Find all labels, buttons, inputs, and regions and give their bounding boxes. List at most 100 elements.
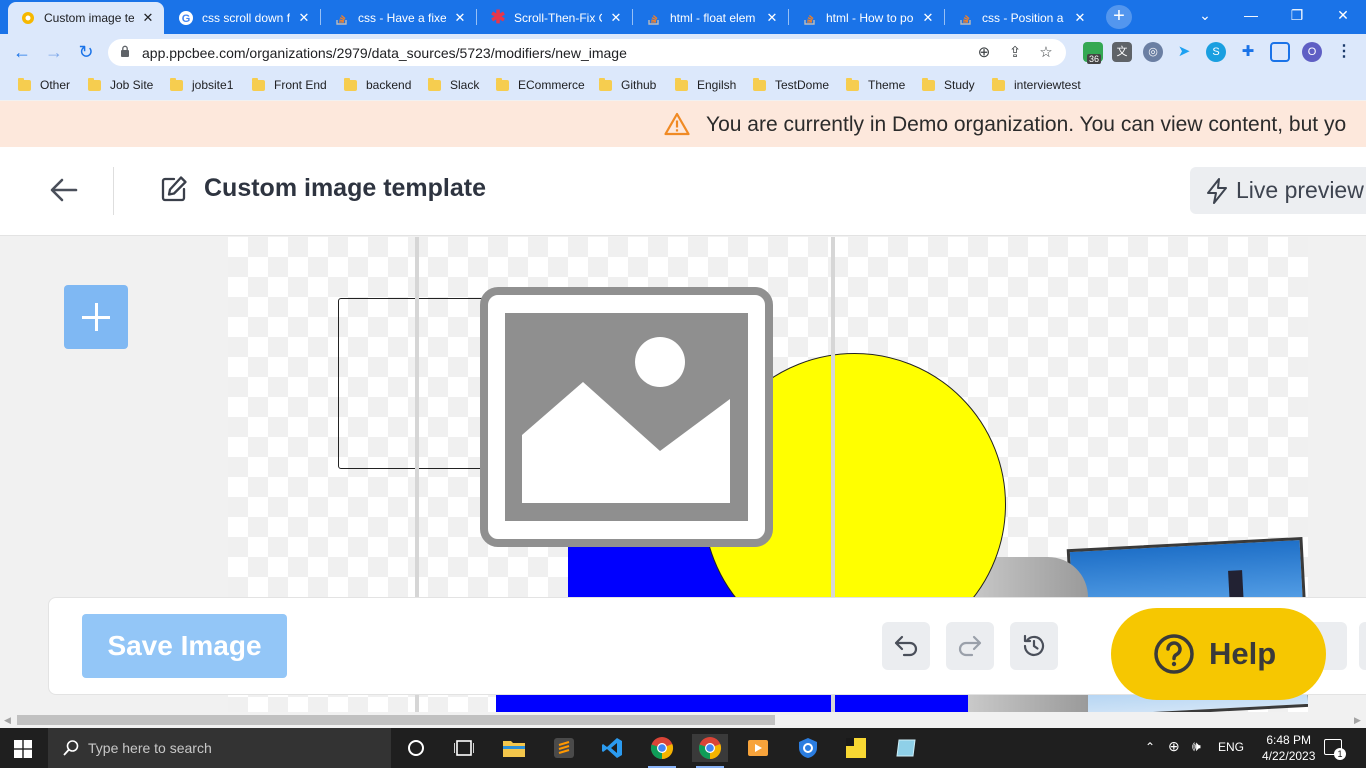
- bookmark-label: Engilsh: [697, 78, 737, 92]
- task-view-icon[interactable]: [446, 734, 482, 762]
- vscode-icon[interactable]: [594, 734, 630, 762]
- close-tab-icon[interactable]: ✕: [1072, 10, 1088, 26]
- chrome-icon[interactable]: [692, 734, 728, 768]
- browser-tab[interactable]: ✱ Scroll-Then-Fix C ✕: [478, 3, 632, 32]
- tray-overflow-icon[interactable]: ⌃: [1145, 740, 1155, 754]
- bookmark-folder[interactable]: Slack: [428, 76, 479, 94]
- undo-button[interactable]: [882, 622, 930, 670]
- sublime-text-icon[interactable]: [546, 734, 582, 762]
- back-arrow-icon[interactable]: [48, 174, 80, 206]
- side-panel-icon[interactable]: [1270, 42, 1290, 62]
- svg-text:G: G: [182, 13, 191, 25]
- help-button[interactable]: Help: [1111, 608, 1326, 700]
- bookmark-folder[interactable]: TestDome: [753, 76, 829, 94]
- redo-button[interactable]: [946, 622, 994, 670]
- folder-icon: [922, 77, 935, 91]
- scrollbar-thumb[interactable]: [17, 715, 775, 725]
- question-icon: [1154, 634, 1194, 674]
- new-tab-button[interactable]: +: [1106, 5, 1132, 29]
- bookmark-folder[interactable]: interviewtest: [992, 76, 1081, 94]
- search-icon: [63, 740, 79, 756]
- language-indicator[interactable]: ENG: [1218, 740, 1244, 754]
- windows-start-icon[interactable]: [14, 740, 32, 758]
- tab-search-icon[interactable]: ⌄: [1182, 0, 1228, 30]
- vpn-extension-icon[interactable]: ◎: [1143, 42, 1163, 62]
- minimize-button[interactable]: —: [1228, 0, 1274, 30]
- reload-icon[interactable]: ↻: [74, 41, 98, 63]
- folder-icon: [18, 77, 31, 91]
- skype-extension-icon[interactable]: S: [1206, 42, 1226, 62]
- share-icon[interactable]: ⇪: [1005, 43, 1025, 63]
- bookmark-folder[interactable]: jobsite1: [170, 76, 233, 94]
- profile-avatar[interactable]: O: [1302, 42, 1322, 62]
- tab-title: Custom image te: [44, 11, 134, 25]
- bookmark-label: Slack: [450, 78, 480, 92]
- taskbar-search[interactable]: Type here to search: [48, 728, 391, 768]
- browser-tab[interactable]: css - Position a d ✕: [946, 3, 1096, 32]
- close-tab-icon[interactable]: ✕: [608, 10, 624, 26]
- folder-icon: [252, 77, 265, 91]
- bookmark-label: TestDome: [775, 78, 830, 92]
- bookmark-folder[interactable]: Engilsh: [675, 76, 736, 94]
- bookmarks-bar: Other Job Site jobsite1 Front End backen…: [0, 70, 1366, 100]
- browser-menu-icon[interactable]: ⋮: [1334, 42, 1354, 62]
- close-tab-icon[interactable]: ✕: [764, 10, 780, 26]
- folder-icon: [496, 77, 509, 91]
- close-window-button[interactable]: ✕: [1320, 0, 1366, 30]
- header-divider: [113, 167, 114, 215]
- bookmark-label: ECommerce: [518, 78, 585, 92]
- save-image-button[interactable]: Save Image: [82, 614, 287, 678]
- bookmark-folder[interactable]: backend: [344, 76, 411, 94]
- browser-tab[interactable]: css - Have a fixed ✕: [322, 3, 476, 32]
- chrome-icon[interactable]: [644, 734, 680, 768]
- shield-app-icon[interactable]: [790, 734, 826, 762]
- video-player-icon[interactable]: [740, 734, 776, 762]
- sticky-notes-icon[interactable]: [838, 734, 874, 762]
- bookmark-folder[interactable]: Theme: [846, 76, 905, 94]
- restore-button[interactable]: ❐: [1274, 0, 1320, 30]
- tab-title: html - float elem: [670, 10, 756, 25]
- zoom-icon[interactable]: ⊕: [974, 43, 994, 63]
- browser-tab[interactable]: html - How to po ✕: [790, 3, 944, 32]
- tab-title: css scroll down fi: [202, 10, 290, 25]
- browser-tab[interactable]: Custom image te ✕: [8, 2, 164, 34]
- bird-extension-icon[interactable]: ➤: [1174, 42, 1194, 62]
- app-window-icon[interactable]: [888, 734, 924, 762]
- close-tab-icon[interactable]: ✕: [452, 10, 468, 26]
- bookmark-folder[interactable]: Github: [599, 76, 656, 94]
- close-tab-icon[interactable]: ✕: [920, 10, 936, 26]
- demo-warning-banner: You are currently in Demo organization. …: [0, 101, 1366, 147]
- address-bar[interactable]: app.ppcbee.com/organizations/2979/data_s…: [108, 39, 1066, 66]
- bookmark-star-icon[interactable]: ☆: [1036, 43, 1056, 63]
- windows-taskbar: Type here to search ⌃ ⊕ 🕪 ENG 6:48 PM 4/…: [0, 728, 1366, 768]
- bookmark-folder[interactable]: ECommerce: [496, 76, 585, 94]
- horizontal-scrollbar[interactable]: ◀ ▶: [0, 712, 1366, 728]
- system-clock[interactable]: 6:48 PM 4/22/2023: [1262, 732, 1315, 764]
- translate-extension-icon[interactable]: 文: [1112, 42, 1132, 62]
- add-layer-button[interactable]: [64, 285, 128, 349]
- browser-tab[interactable]: G css scroll down fi ✕: [166, 3, 320, 32]
- history-button[interactable]: [1010, 622, 1058, 670]
- puzzle-extensions-icon[interactable]: ✚: [1238, 42, 1258, 62]
- live-preview-button[interactable]: Live preview: [1190, 167, 1366, 214]
- bookmark-folder[interactable]: Study: [922, 76, 975, 94]
- redo-icon: [958, 635, 982, 657]
- back-arrow-icon[interactable]: ←: [10, 41, 34, 63]
- volume-icon[interactable]: 🕪: [1192, 738, 1201, 755]
- bookmark-folder[interactable]: Front End: [252, 76, 327, 94]
- scroll-left-icon[interactable]: ◀: [4, 715, 11, 726]
- browser-tab[interactable]: html - float elem ✕: [634, 3, 788, 32]
- bookmark-folder[interactable]: Job Site: [88, 76, 153, 94]
- close-tab-icon[interactable]: ✕: [296, 10, 312, 26]
- zoom-in-button[interactable]: [1359, 622, 1366, 670]
- network-icon[interactable]: ⊕: [1168, 738, 1180, 755]
- cortana-icon[interactable]: [398, 734, 434, 762]
- file-explorer-icon[interactable]: [496, 734, 532, 762]
- bookmark-folder[interactable]: Other: [18, 76, 70, 94]
- image-placeholder-icon[interactable]: [480, 287, 773, 547]
- forward-arrow-icon[interactable]: →: [42, 41, 66, 63]
- close-tab-icon[interactable]: ✕: [140, 10, 156, 26]
- bookmark-label: Other: [40, 78, 71, 92]
- blue-rectangle-layer[interactable]: [496, 695, 968, 712]
- scroll-right-icon[interactable]: ▶: [1354, 715, 1361, 726]
